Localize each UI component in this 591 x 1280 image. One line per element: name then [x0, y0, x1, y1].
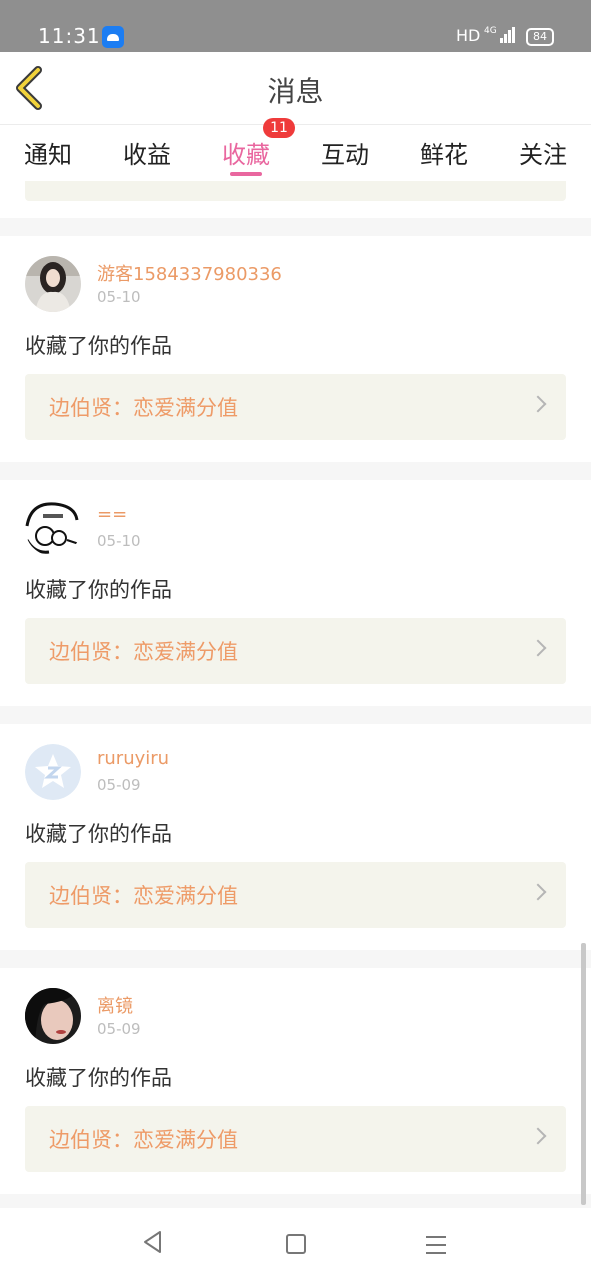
work-card[interactable]: 边伯贤：恋爱满分值 — [25, 1106, 566, 1172]
avatar[interactable] — [25, 256, 81, 312]
girl-photo-avatar-icon — [25, 256, 81, 312]
message-date: 05-10 — [97, 288, 141, 306]
work-title: 边伯贤：恋爱满分值 — [49, 1128, 238, 1152]
nav-home-icon[interactable] — [286, 1234, 306, 1254]
tab-interactions[interactable]: 互动 — [321, 135, 369, 170]
scrollbar[interactable] — [581, 943, 586, 1205]
username[interactable]: 游客1584337980336 — [97, 260, 282, 286]
list-item: 游客1584337980336 05-10 收藏了你的作品 边伯贤：恋爱满分值 — [0, 236, 591, 462]
list-item: == 05-10 收藏了你的作品 边伯贤：恋爱满分值 — [0, 480, 591, 706]
work-card-partial[interactable] — [25, 181, 566, 201]
message-list[interactable]: 游客1584337980336 05-10 收藏了你的作品 边伯贤：恋爱满分值 … — [0, 181, 591, 1208]
battery-icon: 84 — [526, 28, 554, 46]
favorites-count-badge: 11 — [263, 118, 295, 138]
status-bar: 11:31 HD 4G 84 — [0, 0, 591, 52]
message-text: 收藏了你的作品 — [25, 578, 172, 602]
chevron-right-icon — [529, 395, 547, 413]
active-tab-indicator — [230, 172, 262, 176]
work-card[interactable]: 边伯贤：恋爱满分值 — [25, 374, 566, 440]
page-title: 消息 — [267, 75, 324, 108]
avatar[interactable] — [25, 500, 81, 556]
avatar[interactable] — [25, 988, 81, 1044]
divider — [0, 1194, 591, 1208]
android-app-icon — [102, 26, 124, 48]
tab-notifications[interactable]: 通知 — [24, 135, 72, 170]
work-card[interactable]: 边伯贤：恋爱满分值 — [25, 862, 566, 928]
hd-indicator: HD — [456, 26, 481, 45]
top-bar: 消息 — [0, 52, 591, 125]
work-title: 边伯贤：恋爱满分值 — [49, 396, 238, 420]
message-text: 收藏了你的作品 — [25, 334, 172, 358]
list-item: 离镜 05-09 收藏了你的作品 边伯贤：恋爱满分值 — [0, 968, 591, 1194]
system-nav-bar — [0, 1208, 591, 1280]
signal-icon — [500, 27, 516, 43]
tab-earnings[interactable]: 收益 — [123, 135, 171, 170]
username[interactable]: 离镜 — [97, 992, 133, 1018]
username[interactable]: == — [97, 504, 127, 525]
message-text: 收藏了你的作品 — [25, 1066, 172, 1090]
work-title: 边伯贤：恋爱满分值 — [49, 884, 238, 908]
tab-bar: 通知 收益 收藏 互动 鲜花 关注 — [0, 125, 591, 181]
username[interactable]: ruruyiru — [97, 748, 169, 769]
portrait-photo-avatar-icon — [25, 988, 81, 1044]
message-date: 05-09 — [97, 1020, 141, 1038]
divider — [0, 462, 591, 480]
tab-favorites[interactable]: 收藏 — [222, 135, 270, 170]
list-item: ruruyiru 05-09 收藏了你的作品 边伯贤：恋爱满分值 — [0, 724, 591, 950]
network-type: 4G — [484, 26, 497, 36]
status-time: 11:31 — [38, 24, 101, 48]
work-card[interactable]: 边伯贤：恋爱满分值 — [25, 618, 566, 684]
tab-flowers[interactable]: 鲜花 — [420, 135, 468, 170]
nav-back-icon[interactable] — [142, 1230, 164, 1254]
default-star-avatar-icon — [25, 744, 81, 800]
divider — [0, 950, 591, 968]
cartoon-sketch-avatar-icon — [25, 500, 81, 556]
message-date: 05-10 — [97, 532, 141, 550]
message-date: 05-09 — [97, 776, 141, 794]
divider — [0, 706, 591, 724]
work-title: 边伯贤：恋爱满分值 — [49, 640, 238, 664]
divider — [0, 218, 591, 236]
chevron-right-icon — [529, 883, 547, 901]
message-text: 收藏了你的作品 — [25, 822, 172, 846]
chevron-right-icon — [529, 1127, 547, 1145]
avatar[interactable] — [25, 744, 81, 800]
nav-menu-icon[interactable] — [426, 1236, 446, 1260]
tab-follows[interactable]: 关注 — [519, 135, 567, 170]
chevron-right-icon — [529, 639, 547, 657]
